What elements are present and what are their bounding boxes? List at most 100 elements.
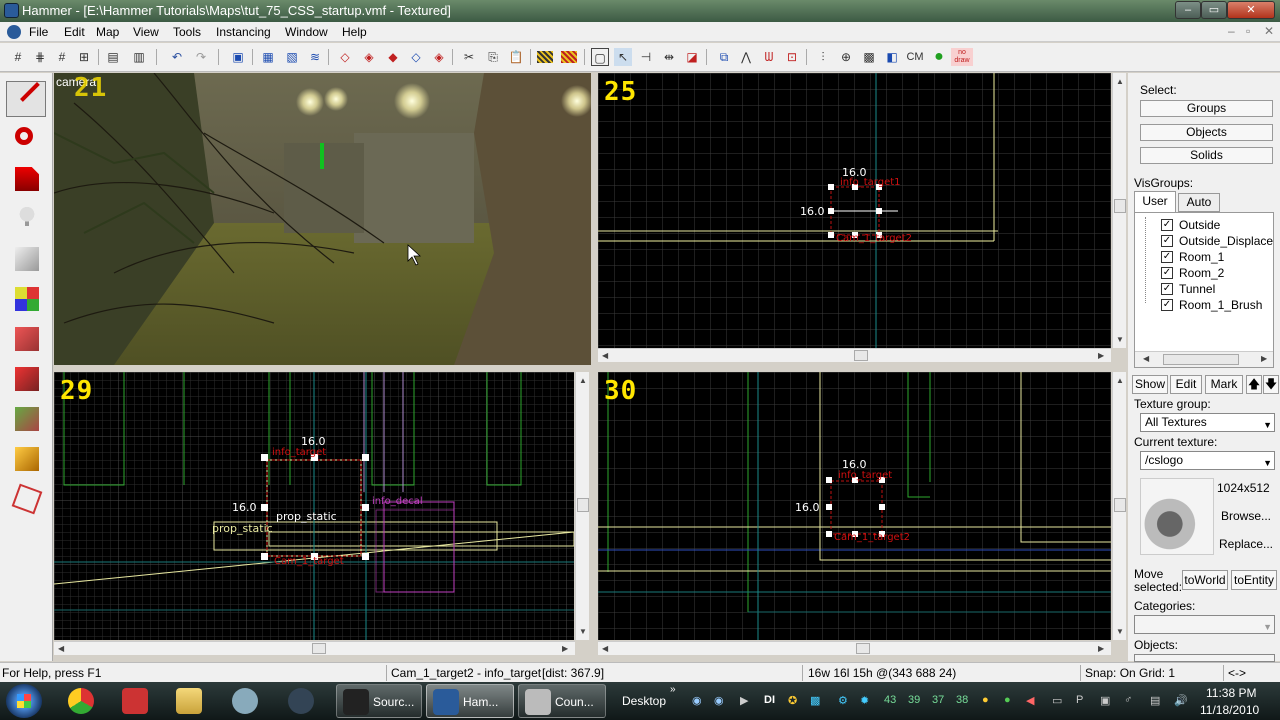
visgroups-tab-user[interactable]: User (1134, 191, 1176, 212)
apply-texture-tool[interactable] (6, 321, 46, 357)
cursor-icon[interactable]: ↖ (614, 48, 632, 66)
tray-icon-5[interactable]: ▩ (810, 694, 820, 707)
visgroup-checkbox-room-1[interactable]: ✓ (1161, 251, 1173, 263)
texture-scale-lock-icon[interactable] (561, 51, 577, 63)
run-map-icon[interactable]: ▣ (229, 48, 247, 66)
visgroup-checkbox-room-2[interactable]: ✓ (1161, 267, 1173, 279)
mdi-minimize-button[interactable]: – (1228, 24, 1235, 38)
vertex-icon[interactable]: ⫶ (814, 48, 832, 66)
tray-icon-6[interactable]: ⚙ (838, 694, 848, 707)
browse-texture-button[interactable]: Browse... (1218, 507, 1274, 527)
select-tool-1-icon[interactable]: ◇ (336, 48, 354, 66)
menu-view[interactable]: View (133, 25, 159, 39)
smaller-grid-icon[interactable]: # (53, 48, 71, 66)
visgroups-horizontal-scrollbar[interactable]: ◀ ▶ (1135, 351, 1273, 367)
texture-preview[interactable] (1140, 478, 1214, 555)
top-viewport[interactable]: 25 16.0 16.0 info_target1 Cam_1_target2 (598, 73, 1111, 348)
undo-icon[interactable]: ↶ (168, 48, 186, 66)
side-viewport[interactable]: 30 16.0 16.0 info_target Cam_1_target2 (598, 372, 1111, 640)
document-icon[interactable] (7, 25, 21, 39)
copy-icon[interactable]: ⎘ (484, 48, 502, 66)
cut-icon[interactable]: ✂ (460, 48, 478, 66)
clock-date[interactable]: 11/18/2010 (1200, 703, 1259, 717)
camera-tool[interactable] (6, 161, 46, 197)
current-texture-select[interactable]: /cslogo ▼ (1140, 451, 1275, 470)
mdi-restore-button[interactable]: ▫ (1246, 24, 1250, 38)
start-button[interactable] (6, 684, 42, 718)
clip-tool[interactable] (6, 441, 46, 477)
taskbar-chrome[interactable] (62, 684, 108, 718)
taskbar-messenger[interactable] (226, 684, 272, 718)
texture-tool[interactable] (6, 281, 46, 317)
menu-instancing[interactable]: Instancing (216, 25, 271, 39)
maximize-button[interactable]: ▭ (1201, 1, 1227, 19)
magnify-tool[interactable] (6, 121, 46, 157)
select-groups-button[interactable]: Groups (1140, 100, 1273, 117)
network-icon[interactable]: ▤ (1150, 694, 1160, 707)
visgroup-checkbox-outside[interactable]: ✓ (1161, 219, 1173, 231)
tray-temp-4[interactable]: 38 (956, 694, 968, 706)
tray-icon-4[interactable]: ✪ (788, 694, 797, 707)
taskbar-source-sdk[interactable]: Sourc... (336, 684, 422, 718)
menu-tools[interactable]: Tools (173, 25, 201, 39)
select-solids-button[interactable]: Solids (1140, 147, 1273, 164)
categories-select[interactable]: ▼ (1134, 615, 1275, 634)
flip-h-icon[interactable]: ⇹ (660, 48, 678, 66)
cordon-icon[interactable]: ● (930, 48, 948, 66)
taskbar-snipping[interactable] (116, 684, 162, 718)
toolbar-expand-icon[interactable]: » (670, 684, 676, 695)
front-viewport[interactable]: 29 16.0 16.0 prop_static prop_static inf… (54, 372, 574, 640)
visgroup-mark-button[interactable]: Mark (1205, 375, 1243, 394)
visgroup-move-up-button[interactable]: 🡅 (1246, 375, 1262, 394)
to-world-button[interactable]: toWorld (1182, 570, 1228, 590)
visgroup-move-down-button[interactable]: 🡇 (1263, 375, 1279, 394)
texture-lock-icon[interactable] (537, 51, 553, 63)
grid-3d-icon[interactable]: ⋕ (31, 48, 49, 66)
visgroups-tab-auto[interactable]: Auto (1178, 193, 1220, 212)
menu-map[interactable]: Map (96, 25, 119, 39)
select-tool-2-icon[interactable]: ◈ (360, 48, 378, 66)
to-entity-button[interactable]: toEntity (1231, 570, 1277, 590)
tray-icon-9[interactable]: ● (1004, 694, 1011, 706)
visgroup-show-button[interactable]: Show (1132, 375, 1168, 394)
tray-icon-10[interactable]: ◀ (1026, 694, 1034, 707)
taskbar-steam[interactable] (282, 684, 328, 718)
decal-tool[interactable] (6, 361, 46, 397)
cm-button[interactable]: CM (905, 48, 925, 66)
selection-box-icon[interactable]: ▢ (591, 48, 609, 66)
objects-select[interactable] (1134, 654, 1275, 662)
menu-window[interactable]: Window (285, 25, 328, 39)
flip-v-icon[interactable]: ◪ (683, 48, 701, 66)
visgroup-checkbox-outside-displacement[interactable]: ✓ (1161, 235, 1173, 247)
mdi-close-button[interactable]: ✕ (1264, 24, 1274, 38)
nodraw-button[interactable]: no draw (951, 48, 973, 66)
overlay-tool[interactable] (6, 401, 46, 437)
group-icon[interactable]: ▦ (259, 48, 277, 66)
align-icon[interactable]: ⊣ (637, 48, 655, 66)
vertex-tool[interactable] (6, 481, 46, 517)
replace-texture-button[interactable]: Replace... (1218, 535, 1274, 555)
tray-icon-2[interactable]: ◉ (714, 694, 724, 707)
texture-group-select[interactable]: All Textures ▼ (1140, 413, 1275, 432)
tray-temp-1[interactable]: 43 (884, 694, 896, 706)
select-tool-5-icon[interactable]: ◈ (430, 48, 448, 66)
side-horizontal-scrollbar[interactable]: ◀ ▶ (598, 641, 1111, 655)
taskbar-hammer[interactable]: Ham... (426, 684, 514, 718)
side-vertical-scrollbar[interactable]: ▲ ▼ (1112, 372, 1126, 640)
toggle-helpers-icon[interactable]: ⋀ (737, 48, 755, 66)
tray-icon-12[interactable]: P (1076, 694, 1083, 706)
tray-icon-1[interactable]: ◉ (692, 694, 702, 707)
tray-temp-2[interactable]: 39 (908, 694, 920, 706)
tray-icon-7[interactable]: ✹ (860, 694, 869, 707)
ungroup-icon[interactable]: ▧ (283, 48, 301, 66)
tray-icon-13[interactable]: ▣ (1100, 694, 1110, 707)
carve-icon[interactable]: ▤ (104, 48, 122, 66)
toggle-displacement-icon[interactable]: ᗯ (760, 48, 778, 66)
tray-icon-8[interactable]: ● (982, 694, 989, 706)
selection-tool[interactable] (6, 81, 54, 117)
toggle-decals-icon[interactable]: ⊡ (783, 48, 801, 66)
entity-tool[interactable] (6, 201, 46, 237)
select-tool-3-icon[interactable]: ◆ (384, 48, 402, 66)
sphere-icon[interactable]: ⊕ (837, 48, 855, 66)
block-tool[interactable] (6, 241, 46, 277)
